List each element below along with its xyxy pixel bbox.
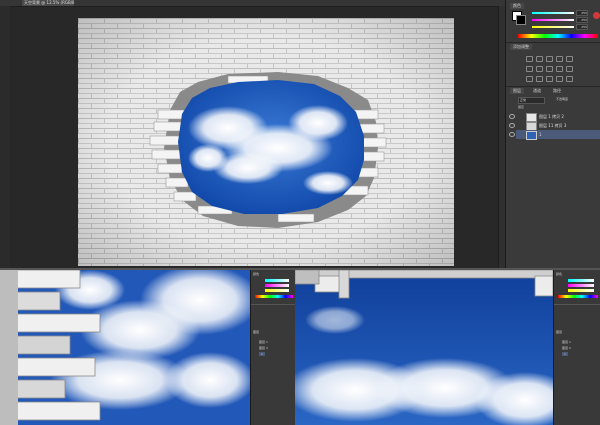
black-white-icon[interactable]: [546, 66, 553, 72]
mini-spectrum[interactable]: [558, 295, 598, 298]
mini-slider[interactable]: [568, 284, 594, 287]
close-icon[interactable]: [593, 12, 600, 19]
layer-row[interactable]: 图层 1 拷贝 2: [509, 112, 600, 122]
mini-layer-name[interactable]: 1: [259, 352, 265, 356]
green-slider[interactable]: [532, 19, 574, 21]
threshold-icon[interactable]: [546, 76, 553, 82]
color-balance-icon[interactable]: [536, 66, 543, 72]
mini-slider[interactable]: [568, 279, 594, 282]
lock-label: 锁定: [518, 105, 525, 109]
zoomed-canvas-right[interactable]: [295, 270, 553, 425]
red-value[interactable]: 255: [576, 10, 588, 16]
mini-slider[interactable]: [265, 284, 289, 287]
photo-filter-icon[interactable]: [556, 66, 563, 72]
levels-adjust-icon[interactable]: [536, 56, 543, 62]
curves-adjust-icon[interactable]: [546, 56, 553, 62]
color-spectrum-bar[interactable]: [518, 34, 598, 38]
selective-color-icon[interactable]: [566, 76, 573, 82]
zoomed-canvas-left[interactable]: [0, 270, 250, 425]
panel-divider: [251, 304, 296, 305]
channels-tab[interactable]: 通道: [530, 88, 544, 94]
sky-top-bricks-artwork: [295, 270, 553, 425]
mini-color-tab[interactable]: 颜色: [253, 272, 259, 276]
panel-divider: [506, 86, 600, 87]
layers-tab[interactable]: 图层: [510, 88, 524, 94]
layer-thumbnail: [526, 131, 537, 140]
mini-panel-left: 颜色 图层 图层 1 图层 2 1: [250, 270, 296, 425]
exposure-adjust-icon[interactable]: [556, 56, 563, 62]
mini-layer-name[interactable]: 图层 2: [259, 346, 268, 350]
blend-mode-select[interactable]: 正常: [518, 97, 545, 104]
document-tab-bar: [0, 0, 505, 7]
mini-slider[interactable]: [265, 289, 289, 292]
brightness-adjust-icon[interactable]: [526, 56, 533, 62]
color-panel-tab[interactable]: 颜色: [510, 3, 524, 9]
panel-divider: [554, 304, 600, 305]
gradient-map-icon[interactable]: [556, 76, 563, 82]
mini-layer-name[interactable]: 图层 1: [562, 340, 571, 344]
blue-value[interactable]: 255: [576, 24, 588, 30]
adjustments-panel-tab[interactable]: 添加调整: [510, 44, 532, 50]
document-canvas[interactable]: [78, 18, 454, 266]
mini-panel-right: 颜色 图层 图层 1 图层 2 1: [553, 270, 600, 425]
mini-layers-tab[interactable]: 图层: [253, 330, 259, 334]
brick-wall-hole-artwork: [78, 18, 454, 266]
layer-row-selected[interactable]: 1: [509, 130, 600, 140]
layer-name: 图层 11 拷贝 3: [539, 123, 567, 128]
mini-color-tab[interactable]: 颜色: [556, 272, 562, 276]
panel-divider: [506, 42, 600, 43]
mini-slider[interactable]: [568, 289, 594, 292]
background-swatch[interactable]: [516, 15, 526, 25]
mini-layer-name[interactable]: 图层 1: [259, 340, 268, 344]
document-tab[interactable]: 天空背景 @ 12.5% (RGB/8): [22, 0, 74, 6]
eye-icon[interactable]: [509, 114, 515, 119]
posterize-icon[interactable]: [536, 76, 543, 82]
vibrance-adjust-icon[interactable]: [566, 56, 573, 62]
red-slider[interactable]: [532, 12, 574, 14]
hue-saturation-icon[interactable]: [526, 66, 533, 72]
layer-name: 1: [539, 132, 542, 137]
mini-layer-name[interactable]: 1: [562, 352, 568, 356]
blue-slider[interactable]: [532, 26, 574, 28]
opacity-label: 不透明度: [556, 97, 569, 101]
layer-name: 图层 1 拷贝 2: [539, 114, 564, 119]
eye-icon[interactable]: [509, 123, 515, 128]
mini-layers-tab[interactable]: 图层: [556, 330, 562, 334]
channel-mixer-icon[interactable]: [566, 66, 573, 72]
paths-tab[interactable]: 路径: [550, 88, 564, 94]
tools-strip: [0, 6, 10, 268]
right-panel-dock: 颜色 255 255 255 添加调整 图层 通道 路径 正常 不透明度 锁定 …: [505, 0, 600, 268]
layers-empty-area: [506, 142, 600, 266]
mini-slider[interactable]: [265, 279, 289, 282]
layer-row[interactable]: 图层 11 拷贝 3: [509, 121, 600, 131]
mini-spectrum[interactable]: [255, 295, 293, 298]
invert-icon[interactable]: [526, 76, 533, 82]
green-value[interactable]: 255: [576, 17, 588, 23]
brick-edge-sky-artwork: [0, 270, 250, 425]
mini-layer-name[interactable]: 图层 2: [562, 346, 571, 350]
eye-icon[interactable]: [509, 132, 515, 137]
